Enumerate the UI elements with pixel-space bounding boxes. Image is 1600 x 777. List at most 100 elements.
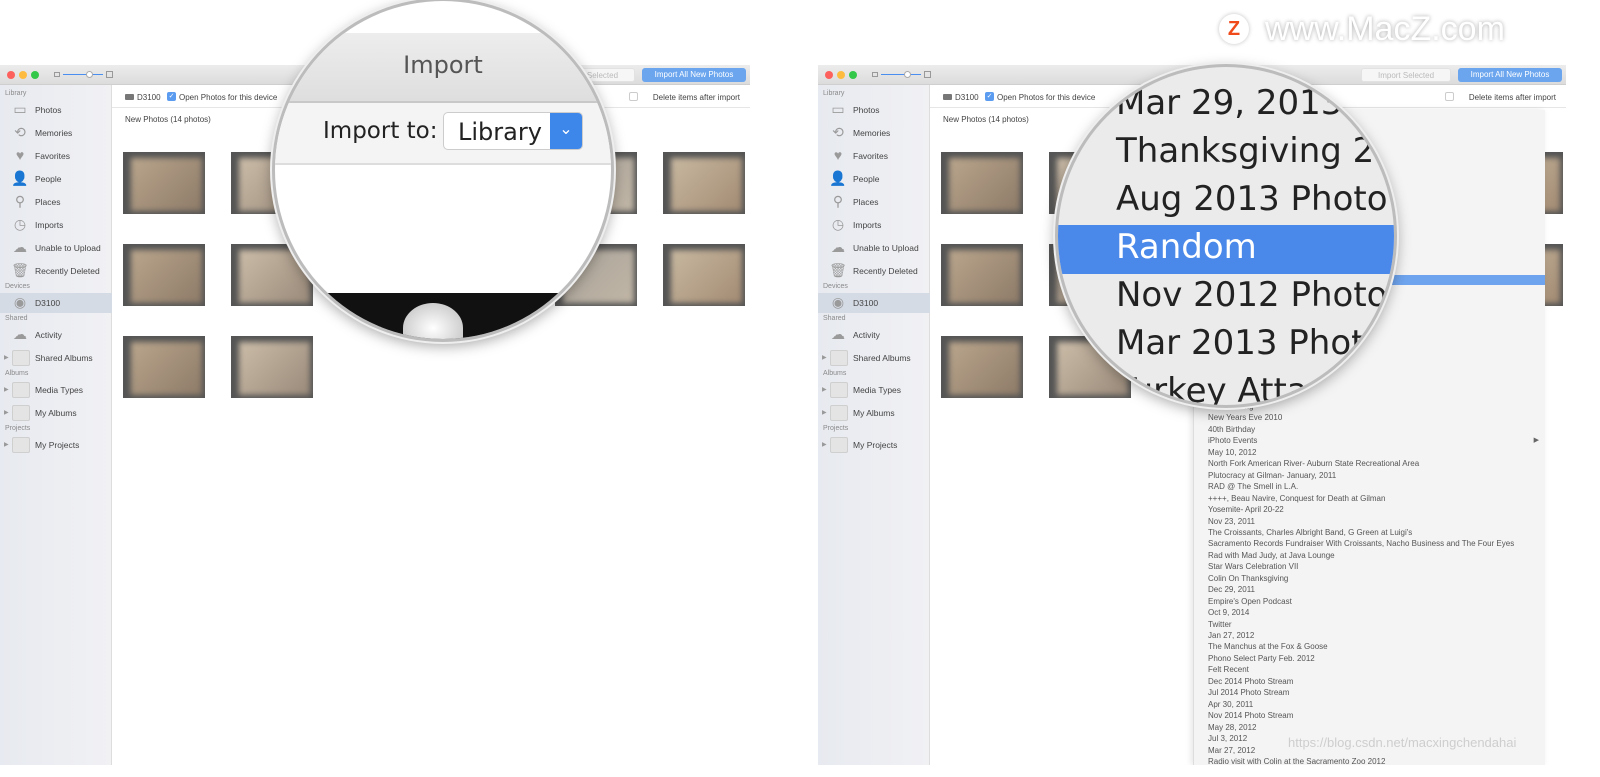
album-menu-item[interactable]: ++++, Beau Navire, Conquest for Death at…: [1208, 494, 1385, 503]
album-menu-item[interactable]: 40th Birthday: [1208, 425, 1255, 434]
minimize-button[interactable]: [19, 71, 27, 79]
thumbnail-size-slider[interactable]: [54, 71, 114, 79]
sidebar-item-imports[interactable]: ◷ Imports: [818, 215, 930, 235]
album-menu-item[interactable]: Oct 9, 2014: [1208, 608, 1249, 617]
disclosure-triangle-icon[interactable]: ▶: [4, 386, 9, 393]
magnified-album-item-selected[interactable]: Random: [1116, 227, 1257, 267]
sidebar-item-d3100[interactable]: ◉ D3100: [0, 293, 112, 313]
sidebar-item-favorites[interactable]: ♥ Favorites: [818, 146, 930, 166]
photo-thumbnail[interactable]: [663, 152, 745, 214]
sidebar-item-activity[interactable]: ☁ Activity: [818, 325, 930, 345]
album-menu-item[interactable]: Rad with Mad Judy, at Java Lounge: [1208, 551, 1335, 560]
sidebar-item-imports[interactable]: ◷ Imports: [0, 215, 112, 235]
disclosure-triangle-icon[interactable]: ▶: [4, 409, 9, 416]
magnified-album-item[interactable]: Aug 2013 Photo S: [1116, 179, 1394, 219]
photo-thumbnail[interactable]: [123, 244, 205, 306]
sidebar-item-my-albums[interactable]: ▶ My Albums: [0, 403, 112, 423]
album-menu-item[interactable]: Empire's Open Podcast: [1208, 597, 1292, 606]
magnified-album-item[interactable]: Thanksgiving 20: [1116, 131, 1394, 171]
close-button[interactable]: [825, 71, 833, 79]
slider-knob[interactable]: [904, 71, 911, 78]
sidebar-item-places[interactable]: ⚲ Places: [0, 192, 112, 212]
sidebar-item-people[interactable]: 👤 People: [0, 169, 112, 189]
sidebar-item-activity[interactable]: ☁ Activity: [0, 325, 112, 345]
album-menu-item[interactable]: Dec 2014 Photo Stream: [1208, 677, 1293, 686]
zoom-button[interactable]: [849, 71, 857, 79]
sidebar-item-unable-to-upload[interactable]: ☁ Unable to Upload: [0, 238, 112, 258]
sidebar-item-people[interactable]: 👤 People: [818, 169, 930, 189]
album-menu-item[interactable]: Mar 27, 2012: [1208, 746, 1255, 755]
import-selected-button[interactable]: Import Selected: [1361, 68, 1451, 82]
sidebar-item-d3100[interactable]: ◉ D3100: [818, 293, 930, 313]
magnified-album-item[interactable]: Nov 2012 Photo S: [1116, 275, 1394, 315]
disclosure-triangle-icon[interactable]: ▶: [822, 354, 827, 361]
sidebar-item-shared-albums[interactable]: ▶ Shared Albums: [818, 348, 930, 368]
album-menu-item[interactable]: The Croissants, Charles Albright Band, G…: [1208, 528, 1412, 537]
open-photos-checkbox[interactable]: ✓: [167, 92, 176, 101]
sidebar-item-shared-albums[interactable]: ▶ Shared Albums: [0, 348, 112, 368]
disclosure-triangle-icon[interactable]: ▶: [822, 386, 827, 393]
sidebar-item-media-types[interactable]: ▶ Media Types: [0, 380, 112, 400]
sidebar-item-memories[interactable]: ⟲ Memories: [0, 123, 112, 143]
photo-thumbnail[interactable]: [231, 336, 313, 398]
sidebar-item-favorites[interactable]: ♥ Favorites: [0, 146, 112, 166]
sidebar-item-recently-deleted[interactable]: 🗑 Recently Deleted: [0, 261, 112, 281]
sidebar-item-my-projects[interactable]: ▶ My Projects: [0, 435, 112, 455]
sidebar-item-recently-deleted[interactable]: 🗑 Recently Deleted: [818, 261, 930, 281]
import-to-popup[interactable]: Library ⌄: [443, 112, 583, 150]
album-menu-item[interactable]: Jan 27, 2012: [1208, 631, 1254, 640]
slider-knob[interactable]: [86, 71, 93, 78]
album-menu-item[interactable]: RAD @ The Smell in L.A.: [1208, 482, 1298, 491]
album-menu-item[interactable]: Felt Recent: [1208, 665, 1249, 674]
album-menu-item[interactable]: Star Wars Celebration VII: [1208, 562, 1298, 571]
thumbnail-size-slider[interactable]: [872, 71, 932, 79]
album-menu-item[interactable]: North Fork American River- Auburn State …: [1208, 459, 1419, 468]
disclosure-triangle-icon[interactable]: ▶: [4, 354, 9, 361]
photo-thumbnail[interactable]: [123, 336, 205, 398]
magnified-album-item[interactable]: Mar 2013 Photo: [1116, 323, 1385, 363]
import-all-new-photos-button[interactable]: Import All New Photos: [1458, 68, 1562, 82]
sidebar-item-my-albums[interactable]: ▶ My Albums: [818, 403, 930, 423]
sidebar-item-unable-to-upload[interactable]: ☁ Unable to Upload: [818, 238, 930, 258]
album-menu-item[interactable]: Sacramento Records Fundraiser With Crois…: [1208, 539, 1514, 548]
magnified-album-item[interactable]: Turkey Atta: [1116, 371, 1308, 405]
album-menu-item[interactable]: The Manchus at the Fox & Goose: [1208, 642, 1328, 651]
album-menu-item[interactable]: Twitter: [1208, 620, 1232, 629]
photo-thumbnail[interactable]: [663, 244, 745, 306]
photo-thumbnail[interactable]: [941, 244, 1023, 306]
album-menu-item[interactable]: May 10, 2012: [1208, 448, 1256, 457]
photo-thumbnail[interactable]: [123, 152, 205, 214]
album-menu-item[interactable]: Dec 29, 2011: [1208, 585, 1255, 594]
sidebar-item-my-projects[interactable]: ▶ My Projects: [818, 435, 930, 455]
sidebar-item-media-types[interactable]: ▶ Media Types: [818, 380, 930, 400]
album-menu-item[interactable]: May 28, 2012: [1208, 723, 1256, 732]
import-all-new-photos-button[interactable]: Import All New Photos: [642, 68, 746, 82]
sidebar-item-places[interactable]: ⚲ Places: [818, 192, 930, 212]
album-menu-item[interactable]: iPhoto Events: [1208, 436, 1257, 445]
album-menu-item[interactable]: New Years Eve 2010: [1208, 413, 1282, 422]
album-menu-item[interactable]: Yosemite- April 20-22: [1208, 505, 1284, 514]
zoom-button[interactable]: [31, 71, 39, 79]
photo-thumbnail[interactable]: [941, 152, 1023, 214]
open-photos-checkbox[interactable]: ✓: [985, 92, 994, 101]
album-menu-item[interactable]: Radio visit with Colin at the Sacramento…: [1208, 757, 1385, 765]
delete-items-checkbox[interactable]: [1445, 92, 1454, 101]
sidebar-item-photos[interactable]: ▭ Photos: [0, 100, 112, 120]
album-menu-item[interactable]: Colin On Thanksgiving: [1208, 574, 1288, 583]
album-menu-item[interactable]: Phono Select Party Feb. 2012: [1208, 654, 1315, 663]
album-menu-item[interactable]: Nov 2014 Photo Stream: [1208, 711, 1293, 720]
disclosure-triangle-icon[interactable]: ▶: [822, 409, 827, 416]
disclosure-triangle-icon[interactable]: ▶: [822, 441, 827, 448]
album-menu-item[interactable]: Apr 30, 2011: [1208, 700, 1253, 709]
minimize-button[interactable]: [837, 71, 845, 79]
album-menu-item[interactable]: Plutocracy at Gilman- January, 2011: [1208, 471, 1336, 480]
album-menu-item[interactable]: Jul 3, 2012: [1208, 734, 1247, 743]
album-menu-item[interactable]: Nov 23, 2011: [1208, 517, 1255, 526]
magnified-album-item[interactable]: Mar 29, 2013: [1116, 83, 1342, 123]
sidebar-item-photos[interactable]: ▭ Photos: [818, 100, 930, 120]
close-button[interactable]: [7, 71, 15, 79]
album-menu-item[interactable]: Jul 2014 Photo Stream: [1208, 688, 1289, 697]
disclosure-triangle-icon[interactable]: ▶: [4, 441, 9, 448]
delete-items-checkbox[interactable]: [629, 92, 638, 101]
sidebar-item-memories[interactable]: ⟲ Memories: [818, 123, 930, 143]
